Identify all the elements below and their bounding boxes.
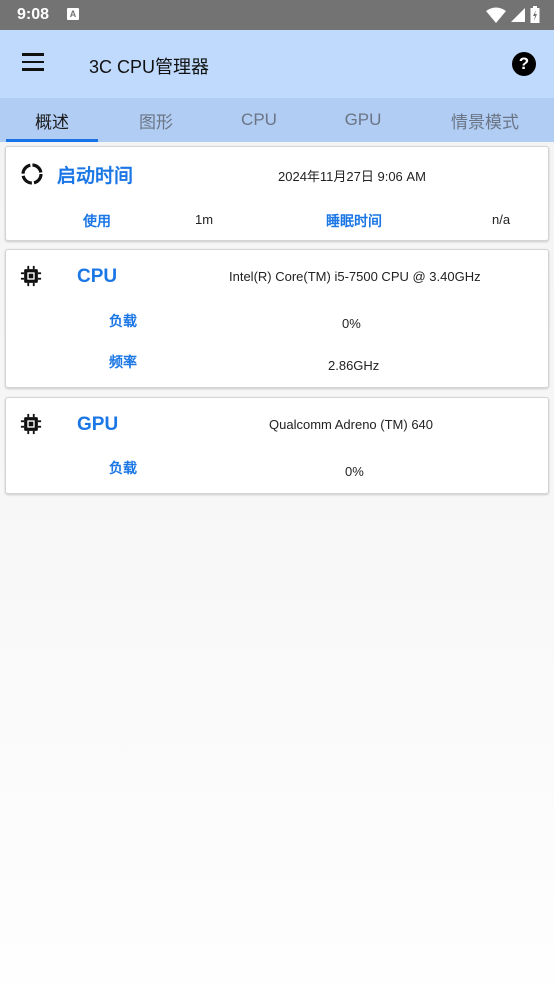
cpu-card[interactable]: CPU Intel(R) Core(TM) i5-7500 CPU @ 3.40… <box>5 249 549 388</box>
uptime-label: 使用 <box>83 213 111 229</box>
gpu-load-value: 0% <box>345 464 364 479</box>
tab-cpu[interactable]: CPU <box>214 98 304 142</box>
sleep-time-value: n/a <box>492 212 511 227</box>
tab-label: 概述 <box>35 112 69 132</box>
gpu-title: GPU <box>77 414 119 435</box>
app-bar: 3C CPU管理器 ? <box>0 30 554 98</box>
wifi-icon <box>486 7 506 23</box>
tab-gpu[interactable]: GPU <box>304 98 422 142</box>
status-icons <box>486 6 540 23</box>
cpu-model: Intel(R) Core(TM) i5-7500 CPU @ 3.40GHz <box>229 269 481 284</box>
cpu-title: CPU <box>77 266 118 287</box>
chip-icon <box>20 265 42 287</box>
sleep-time-label: 睡眠时间 <box>326 213 382 229</box>
battery-charging-icon <box>530 6 540 23</box>
tab-label: CPU <box>241 110 277 129</box>
tab-label: 图形 <box>139 112 173 132</box>
signal-icon <box>511 7 525 22</box>
app-title: 3C CPU管理器 <box>89 57 210 77</box>
gpu-card[interactable]: GPU Qualcomm Adreno (TM) 640 负载 0% <box>5 397 549 494</box>
boot-datetime: 2024年11月27日 9:06 AM <box>278 169 426 184</box>
hamburger-menu-icon <box>22 53 46 71</box>
tab-label: GPU <box>344 110 382 129</box>
tab-bar: 概述 图形 CPU GPU 情景模式 <box>0 98 554 142</box>
cpu-freq-value: 2.86GHz <box>328 358 380 373</box>
cpu-load-value: 0% <box>342 316 361 331</box>
boot-time-card[interactable]: 启动时间 2024年11月27日 9:06 AM 使用 1m 睡眠时间 n/a <box>5 146 549 241</box>
boot-progress-icon <box>21 163 43 185</box>
status-time: 9:08 <box>17 6 50 23</box>
cpu-load-label: 负载 <box>109 313 137 329</box>
uptime-value: 1m <box>195 212 214 227</box>
tab-profiles[interactable]: 情景模式 <box>422 98 548 142</box>
chip-icon <box>20 413 42 435</box>
gpu-model: Qualcomm Adreno (TM) 640 <box>269 417 434 432</box>
status-bar: 9:08 A <box>0 0 554 30</box>
tab-graphics[interactable]: 图形 <box>98 98 214 142</box>
help-button[interactable]: ? <box>512 52 536 76</box>
boot-time-title: 启动时间 <box>57 166 134 187</box>
cpu-freq-label: 频率 <box>109 354 137 370</box>
gpu-load-label: 负载 <box>109 460 137 476</box>
tab-overview[interactable]: 概述 <box>6 98 98 142</box>
notification-icon: A <box>67 8 79 20</box>
menu-button[interactable] <box>22 53 46 73</box>
tab-label: 情景模式 <box>451 112 519 132</box>
help-icon: ? <box>518 54 530 73</box>
